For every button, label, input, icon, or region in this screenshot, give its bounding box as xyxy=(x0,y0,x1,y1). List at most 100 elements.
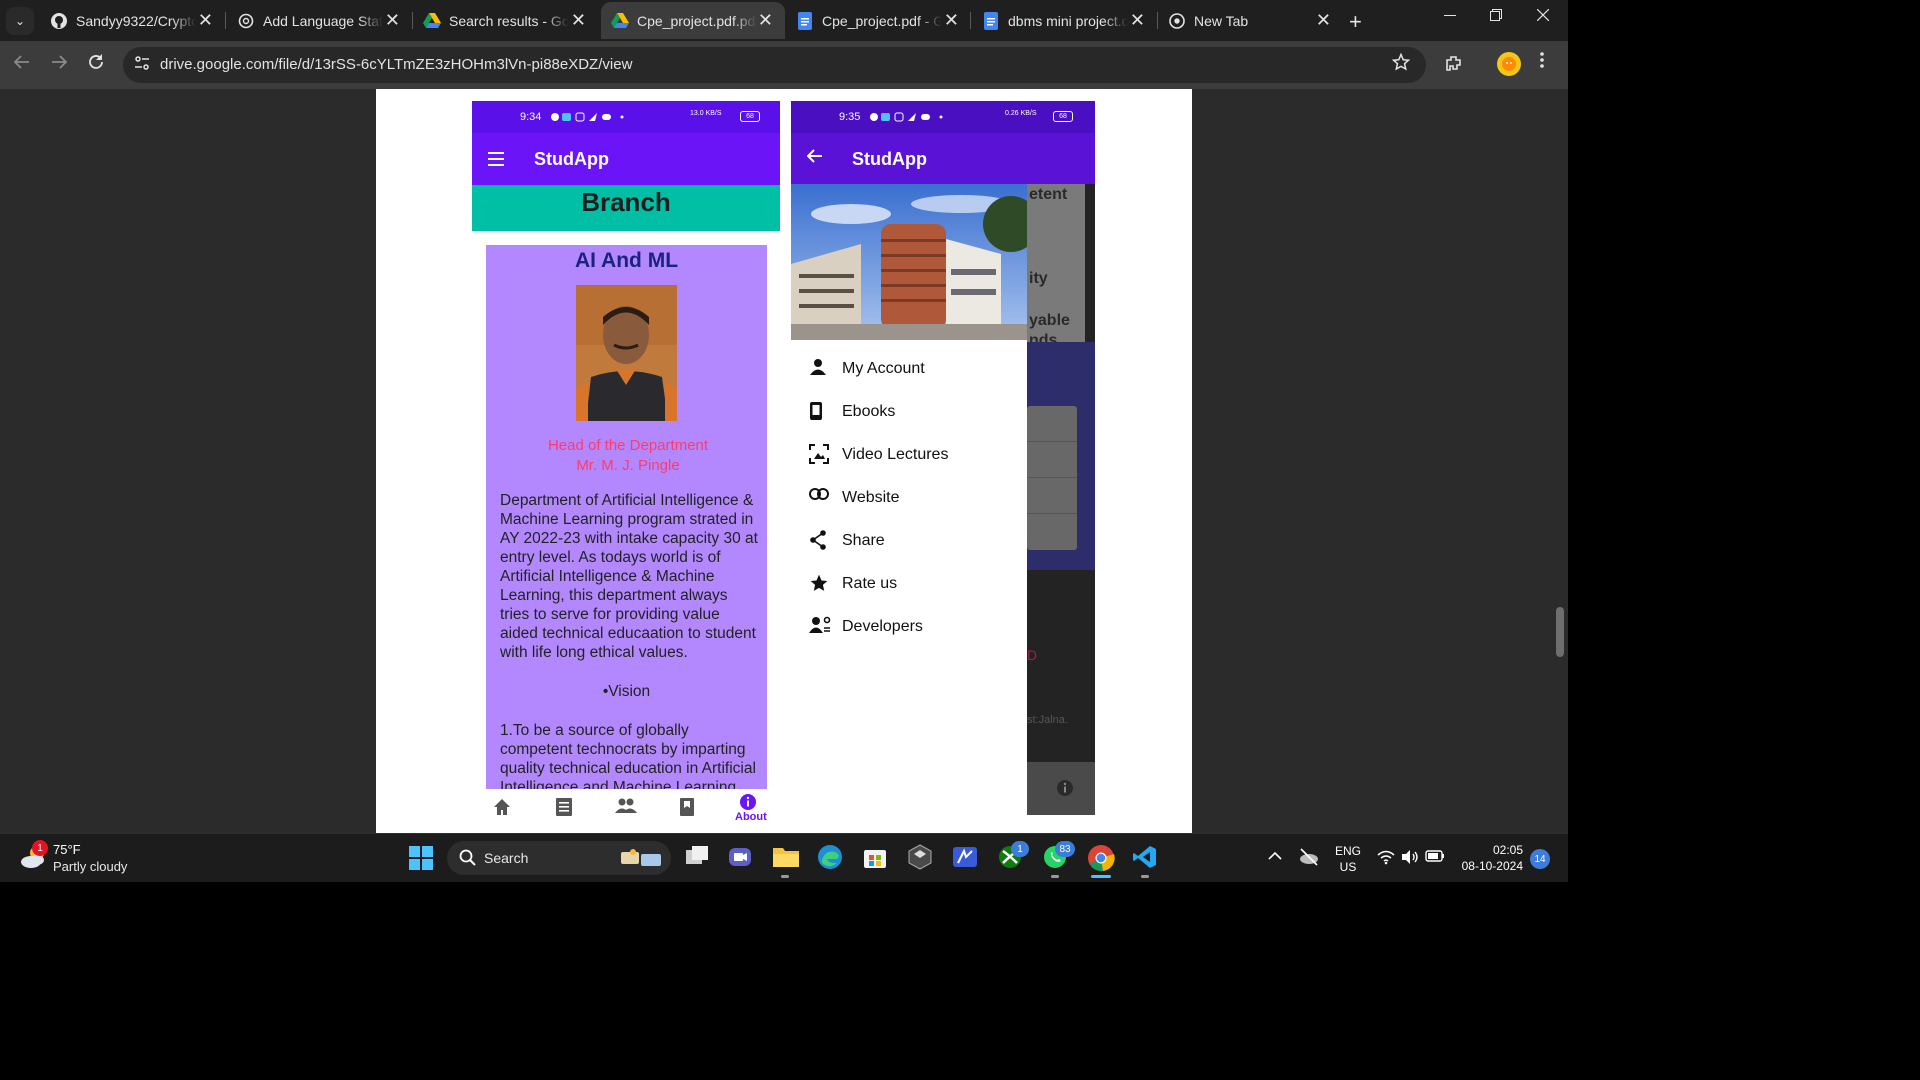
onedrive-offline-icon[interactable] xyxy=(1298,848,1320,871)
close-icon[interactable]: ✕ xyxy=(198,10,213,31)
tab-search-button[interactable]: ⌄ xyxy=(6,7,34,35)
close-icon[interactable]: ✕ xyxy=(758,10,773,31)
tab-dbms-docs[interactable]: dbms mini project.docx ✕ xyxy=(972,2,1157,39)
battery-icon[interactable] xyxy=(1425,849,1445,868)
tab-title: Search results - Google Drive xyxy=(449,12,569,29)
tab-title: dbms mini project.docx xyxy=(1008,12,1128,29)
close-icon[interactable]: ✕ xyxy=(571,10,586,31)
file-explorer-icon[interactable] xyxy=(772,844,800,872)
chrome-icon xyxy=(1168,12,1186,30)
tray-chevron-up-icon[interactable] xyxy=(1268,848,1282,864)
weather-temperature[interactable]: 75°F xyxy=(53,842,81,857)
close-icon[interactable]: ✕ xyxy=(944,10,959,31)
unity-hub-icon[interactable] xyxy=(907,844,935,872)
running-indicator xyxy=(1051,875,1059,878)
reload-icon[interactable] xyxy=(87,53,105,77)
xbox-badge: 1 xyxy=(1011,841,1029,857)
close-window-icon[interactable] xyxy=(1536,8,1550,26)
viewer-scrollbar[interactable] xyxy=(1556,607,1564,657)
phone-screenshot-about: 9:34 13.0 KB/S 68 StudApp Branch AI And … xyxy=(472,101,780,833)
vision-heading: •Vision xyxy=(602,683,651,700)
tab-new-tab[interactable]: New Tab ✕ xyxy=(1158,2,1343,39)
url-text[interactable]: drive.google.com/file/d/13rSS-6cYLTmZE3z… xyxy=(160,56,632,73)
share-icon xyxy=(809,530,831,552)
windows-start-icon[interactable] xyxy=(409,846,433,870)
edge-icon[interactable] xyxy=(817,844,845,872)
college-building-image xyxy=(791,184,1027,340)
wifi-icon[interactable] xyxy=(1377,849,1395,870)
region-code: US xyxy=(1339,860,1357,874)
notes-icon[interactable] xyxy=(555,797,577,819)
github-icon xyxy=(50,12,68,30)
whatsapp-badge: 83 xyxy=(1055,841,1075,857)
drawer-item-ebooks[interactable]: Ebooks xyxy=(791,391,1027,433)
drawer-item-rate-us[interactable]: Rate us xyxy=(791,563,1027,605)
status-speed: 0.26 KB/S xyxy=(1005,110,1037,117)
new-tab-button[interactable]: + xyxy=(1349,9,1362,35)
people-icon[interactable] xyxy=(615,797,637,819)
profile-avatar[interactable] xyxy=(1497,52,1521,76)
volume-icon[interactable] xyxy=(1401,849,1419,870)
drawer-item-developers[interactable]: Developers xyxy=(791,606,1027,648)
status-time: 9:34 xyxy=(520,111,542,123)
drawer-item-my-account[interactable]: My Account xyxy=(791,348,1027,390)
drawer-item-video-lectures[interactable]: Video Lectures xyxy=(791,434,1027,476)
hod-photo xyxy=(576,285,677,421)
video-frame-icon xyxy=(809,444,831,466)
tab-title: Cpe_project.pdf - Google Docs xyxy=(822,12,942,29)
developers-icon xyxy=(809,616,831,638)
bg-text: ity xyxy=(1029,270,1048,287)
chevron-down-icon: ⌄ xyxy=(14,14,26,28)
weather-condition[interactable]: Partly cloudy xyxy=(53,859,127,874)
tab-drive-search[interactable]: Search results - Google Drive ✕ xyxy=(413,2,598,39)
weather-badge: 1 xyxy=(32,840,48,856)
pdf-page: 9:34 13.0 KB/S 68 StudApp Branch AI And … xyxy=(376,89,1192,833)
extensions-icon[interactable] xyxy=(1443,53,1465,75)
branch-header: Branch xyxy=(472,185,780,231)
restore-icon[interactable] xyxy=(1490,8,1502,26)
running-indicator xyxy=(1141,875,1149,878)
language-indicator[interactable]: ENG US xyxy=(1335,843,1361,875)
bookmark-icon[interactable] xyxy=(679,797,701,819)
forward-icon[interactable] xyxy=(50,53,68,77)
battery-level: 68 xyxy=(740,111,760,122)
clock[interactable]: 02:05 08-10-2024 xyxy=(1455,842,1523,874)
minimize-icon[interactable] xyxy=(1444,8,1456,26)
chrome-icon[interactable] xyxy=(1087,844,1115,872)
notification-icons xyxy=(869,111,949,126)
tab-chatgpt[interactable]: Add Language Stats to ✕ xyxy=(227,2,412,39)
task-view-icon[interactable] xyxy=(684,844,712,872)
vscode-icon[interactable] xyxy=(1132,844,1160,872)
app-bar: StudApp xyxy=(791,133,1095,184)
kebab-menu-icon[interactable] xyxy=(1540,51,1544,74)
back-icon[interactable] xyxy=(13,53,31,77)
close-icon[interactable]: ✕ xyxy=(1316,10,1331,31)
tab-cpe-project-active[interactable]: Cpe_project.pdf.pdf - Google Drive ✕ xyxy=(601,2,785,39)
hamburger-menu-icon[interactable] xyxy=(488,152,504,166)
close-icon[interactable]: ✕ xyxy=(1130,10,1145,31)
address-bar[interactable]: drive.google.com/file/d/13rSS-6cYLTmZE3z… xyxy=(123,47,1426,83)
microsoft-store-icon[interactable] xyxy=(862,844,890,872)
windows-taskbar: 1 75°F Partly cloudy Search 1 83 ENG US … xyxy=(0,833,1568,882)
home-icon[interactable] xyxy=(492,797,514,819)
tab-github[interactable]: Sandyy9322/Cryptocurrency ✕ xyxy=(40,2,225,39)
site-info-icon[interactable] xyxy=(133,54,153,74)
taskbar-search[interactable]: Search xyxy=(447,841,671,875)
drawer-item-website[interactable]: Website xyxy=(791,477,1027,519)
bg-text: D xyxy=(1027,647,1038,663)
back-arrow-icon[interactable] xyxy=(806,147,823,170)
tab-cpe-docs[interactable]: Cpe_project.pdf - Google Docs ✕ xyxy=(786,2,971,39)
status-bar: 9:34 13.0 KB/S 68 xyxy=(472,101,780,133)
notification-count-badge[interactable]: 14 xyxy=(1530,849,1550,869)
bg-text: etent xyxy=(1029,186,1068,203)
browser-toolbar: drive.google.com/file/d/13rSS-6cYLTmZE3z… xyxy=(0,41,1568,89)
meet-icon[interactable] xyxy=(727,844,755,872)
close-icon[interactable]: ✕ xyxy=(385,10,400,31)
editor-app-icon[interactable] xyxy=(952,844,980,872)
bookmark-star-icon[interactable] xyxy=(1391,52,1411,77)
about-label[interactable]: About xyxy=(735,811,767,823)
clock-time: 02:05 xyxy=(1492,843,1523,857)
drawer-item-share[interactable]: Share xyxy=(791,520,1027,562)
link-icon xyxy=(809,487,831,509)
notification-icons xyxy=(550,111,630,126)
